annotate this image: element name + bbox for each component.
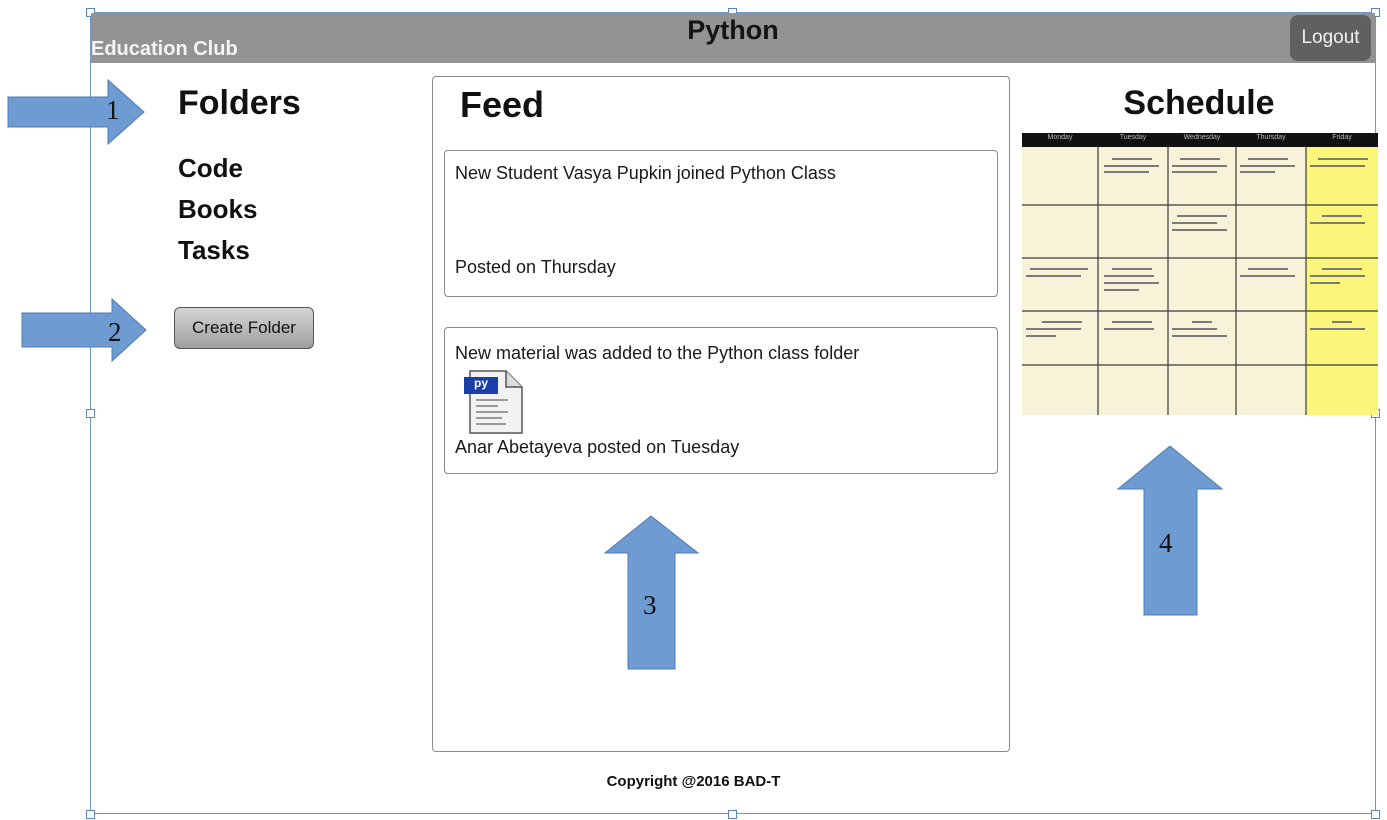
annotation-number: 4 (1159, 528, 1173, 558)
copyright-footer: Copyright @2016 BAD-T (606, 773, 781, 790)
annotation-arrows (7, 78, 1224, 670)
annotation-number: 2 (108, 317, 122, 347)
arrow-right-icon (7, 78, 145, 146)
annotation-number: 1 (106, 95, 120, 125)
annotation-number: 3 (643, 590, 657, 620)
arrow-right-icon (21, 297, 147, 363)
